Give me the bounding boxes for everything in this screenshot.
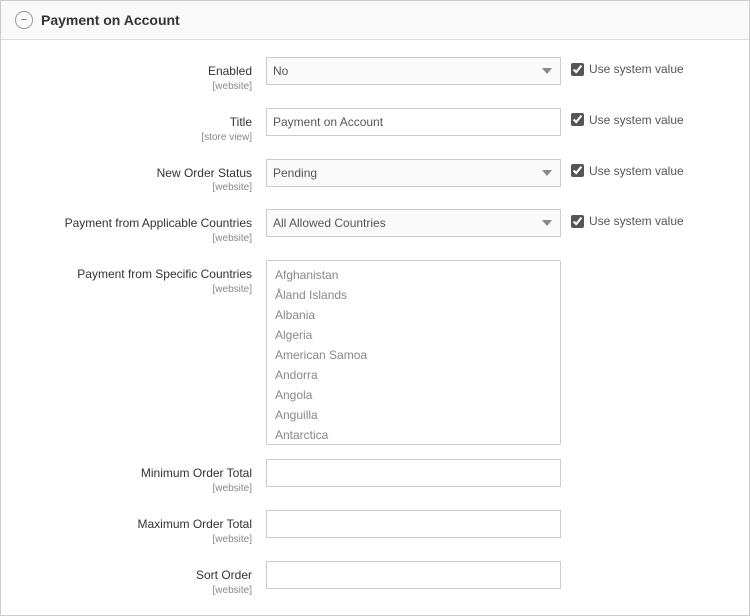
new-order-status-use-system-value[interactable]: Use system value bbox=[571, 159, 684, 178]
specific-countries-listbox[interactable]: Afghanistan Åland Islands Albania Algeri… bbox=[266, 260, 561, 445]
specific-countries-row: Payment from Specific Countries [website… bbox=[1, 253, 749, 452]
sort-order-row: Sort Order [website] bbox=[1, 554, 749, 605]
title-label: Title [store view] bbox=[1, 108, 266, 145]
new-order-status-control-wrapper: Pending Processing Complete Use system v… bbox=[266, 159, 749, 187]
country-option-angola[interactable]: Angola bbox=[267, 385, 560, 405]
collapse-icon[interactable]: − bbox=[15, 11, 33, 29]
section-title: Payment on Account bbox=[41, 12, 180, 28]
maximum-order-total-row: Maximum Order Total [website] bbox=[1, 503, 749, 554]
maximum-order-total-control-wrapper bbox=[266, 510, 749, 538]
enabled-row: Enabled [website] No Yes Use system valu… bbox=[1, 50, 749, 101]
minimum-order-total-row: Minimum Order Total [website] bbox=[1, 452, 749, 503]
country-option-anguilla[interactable]: Anguilla bbox=[267, 405, 560, 425]
title-control-wrapper: Use system value bbox=[266, 108, 749, 136]
country-option-antarctica[interactable]: Antarctica bbox=[267, 425, 560, 445]
enabled-use-system-value[interactable]: Use system value bbox=[571, 57, 684, 76]
applicable-countries-select[interactable]: All Allowed Countries Specific Countries bbox=[266, 209, 561, 237]
maximum-order-total-label: Maximum Order Total [website] bbox=[1, 510, 266, 547]
new-order-status-row: New Order Status [website] Pending Proce… bbox=[1, 152, 749, 203]
country-option-andorra[interactable]: Andorra bbox=[267, 365, 560, 385]
sort-order-label: Sort Order [website] bbox=[1, 561, 266, 598]
enabled-label: Enabled [website] bbox=[1, 57, 266, 94]
form-body: Enabled [website] No Yes Use system valu… bbox=[1, 40, 749, 615]
title-use-system-value[interactable]: Use system value bbox=[571, 108, 684, 127]
enabled-use-system-checkbox[interactable] bbox=[571, 63, 584, 76]
sort-order-control-wrapper bbox=[266, 561, 749, 589]
page-wrapper: − Payment on Account Enabled [website] N… bbox=[0, 0, 750, 616]
sort-order-input[interactable] bbox=[266, 561, 561, 589]
country-option-afghanistan[interactable]: Afghanistan bbox=[267, 265, 560, 285]
minimum-order-total-control-wrapper bbox=[266, 459, 749, 487]
country-option-american-samoa[interactable]: American Samoa bbox=[267, 345, 560, 365]
applicable-countries-use-system-checkbox[interactable] bbox=[571, 215, 584, 228]
title-use-system-checkbox[interactable] bbox=[571, 113, 584, 126]
specific-countries-control-wrapper: Afghanistan Åland Islands Albania Algeri… bbox=[266, 260, 749, 445]
section-header: − Payment on Account bbox=[1, 1, 749, 40]
enabled-select[interactable]: No Yes bbox=[266, 57, 561, 85]
applicable-countries-use-system-value[interactable]: Use system value bbox=[571, 209, 684, 228]
enabled-control-wrapper: No Yes Use system value bbox=[266, 57, 749, 85]
minimum-order-total-label: Minimum Order Total [website] bbox=[1, 459, 266, 496]
applicable-countries-label: Payment from Applicable Countries [websi… bbox=[1, 209, 266, 246]
applicable-countries-row: Payment from Applicable Countries [websi… bbox=[1, 202, 749, 253]
country-option-algeria[interactable]: Algeria bbox=[267, 325, 560, 345]
new-order-status-label: New Order Status [website] bbox=[1, 159, 266, 196]
new-order-status-use-system-checkbox[interactable] bbox=[571, 164, 584, 177]
new-order-status-select[interactable]: Pending Processing Complete bbox=[266, 159, 561, 187]
title-input[interactable] bbox=[266, 108, 561, 136]
applicable-countries-control-wrapper: All Allowed Countries Specific Countries… bbox=[266, 209, 749, 237]
minimum-order-total-input[interactable] bbox=[266, 459, 561, 487]
specific-countries-label: Payment from Specific Countries [website… bbox=[1, 260, 266, 297]
title-row: Title [store view] Use system value bbox=[1, 101, 749, 152]
country-option-albania[interactable]: Albania bbox=[267, 305, 560, 325]
country-option-aland-islands[interactable]: Åland Islands bbox=[267, 285, 560, 305]
maximum-order-total-input[interactable] bbox=[266, 510, 561, 538]
